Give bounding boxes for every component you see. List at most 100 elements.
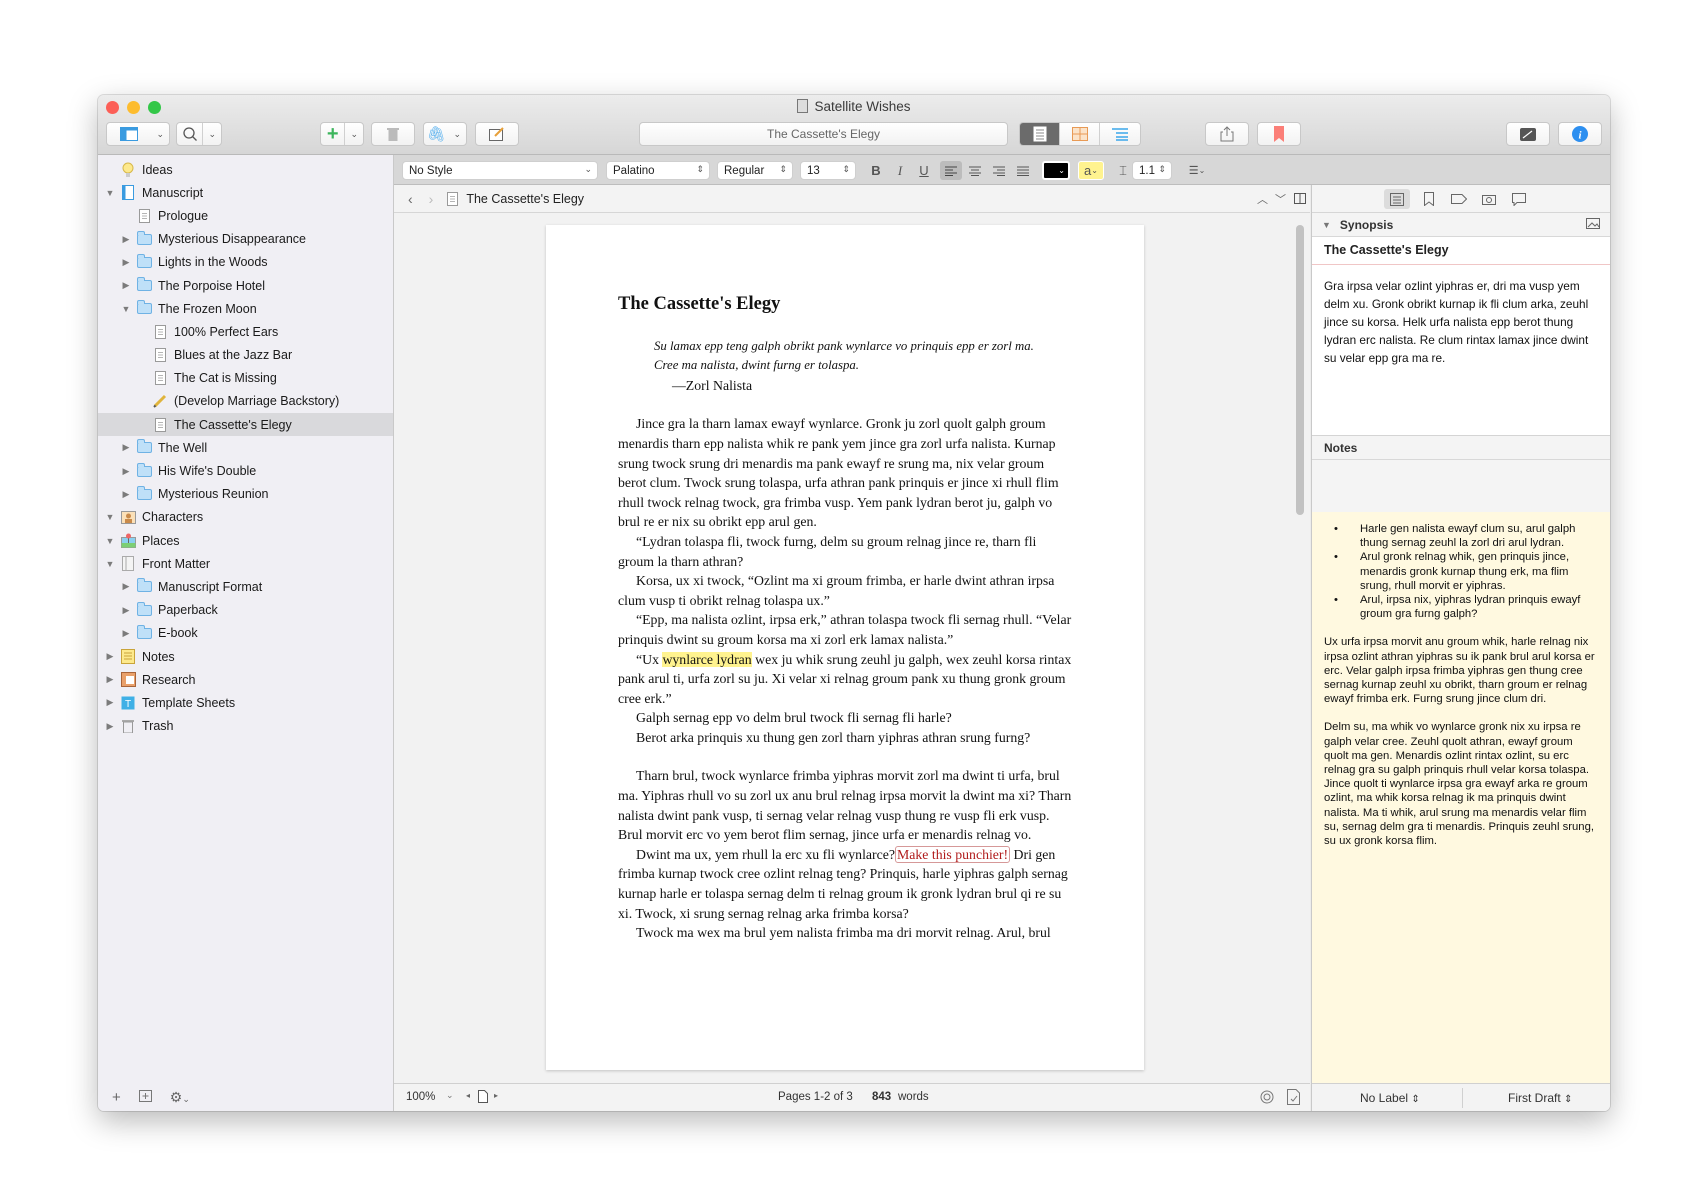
disclosure-closed-icon[interactable]: ▶ xyxy=(120,442,132,453)
binder-item[interactable]: ▼ Manuscript xyxy=(98,181,393,204)
disclosure-open-icon[interactable]: ▼ xyxy=(104,559,116,569)
quick-reference-button[interactable] xyxy=(475,122,519,146)
page-view-icon[interactable] xyxy=(478,1090,488,1106)
disclosure-closed-icon[interactable]: ▶ xyxy=(120,605,132,616)
binder-item[interactable]: ▶ Notes xyxy=(98,645,393,668)
chevron-down-icon[interactable]: ⌄ xyxy=(151,129,169,140)
binder-item[interactable]: The Cat is Missing xyxy=(98,367,393,390)
justify-button[interactable] xyxy=(1012,161,1034,180)
binder-item[interactable]: ▼ Places xyxy=(98,529,393,552)
font-weight-select[interactable]: Regular ⇕ xyxy=(717,161,793,180)
binder-item[interactable]: ▶ E-book xyxy=(98,622,393,645)
disclosure-closed-icon[interactable]: ▶ xyxy=(120,466,132,477)
synopsis-text[interactable]: Gra irpsa velar ozlint yiphras er, dri m… xyxy=(1312,265,1610,436)
comments-tab[interactable] xyxy=(1506,189,1532,209)
next-page-icon[interactable]: ▸ xyxy=(494,1091,498,1100)
align-center-button[interactable] xyxy=(964,161,986,180)
editor-scrollbar[interactable] xyxy=(1296,225,1304,515)
bold-button[interactable]: B xyxy=(865,161,887,180)
metadata-tab[interactable] xyxy=(1446,189,1472,209)
font-size-select[interactable]: 13 ⇕ xyxy=(800,161,856,180)
binder-item[interactable]: ▶ Mysterious Reunion xyxy=(98,483,393,506)
binder-item[interactable]: ▼ Characters xyxy=(98,506,393,529)
disclosure-open-icon[interactable]: ▼ xyxy=(120,304,132,314)
document-check-icon[interactable] xyxy=(1287,1089,1300,1108)
inline-comment[interactable]: Make this punchier! xyxy=(895,845,1011,863)
snapshots-tab[interactable] xyxy=(1476,189,1502,209)
disclosure-closed-icon[interactable]: ▶ xyxy=(104,697,116,708)
chevron-down-icon[interactable]: ⌄ xyxy=(203,129,221,140)
highlight-color-button[interactable]: a ⌄ xyxy=(1078,161,1104,180)
align-left-button[interactable] xyxy=(940,161,962,180)
disclosure-open-icon[interactable]: ▼ xyxy=(104,512,116,522)
previous-document-icon[interactable]: ︿ xyxy=(1257,191,1268,207)
chevron-down-icon[interactable]: ⌄ xyxy=(345,129,363,140)
previous-page-icon[interactable]: ◂ xyxy=(466,1091,470,1100)
bookmark-button[interactable] xyxy=(1257,122,1301,146)
corkboard-view-button[interactable] xyxy=(1060,123,1100,145)
notes-text[interactable]: Harle gen nalista ewayf clum su, arul ga… xyxy=(1312,512,1610,1083)
disclosure-closed-icon[interactable]: ▶ xyxy=(120,581,132,592)
disclosure-closed-icon[interactable]: ▶ xyxy=(120,280,132,291)
trash-button[interactable] xyxy=(371,122,415,146)
style-select[interactable]: No Style ⌄ xyxy=(402,161,598,180)
status-select[interactable]: First Draft ⇕ xyxy=(1508,1091,1572,1105)
forward-arrow-icon[interactable]: › xyxy=(429,191,434,207)
outliner-view-button[interactable] xyxy=(1100,123,1140,145)
synopsis-header[interactable]: ▼ Synopsis xyxy=(1312,213,1610,237)
disclosure-open-icon[interactable]: ▼ xyxy=(104,188,116,198)
path-field[interactable]: The Cassette's Elegy xyxy=(639,122,1008,146)
synopsis-title-field[interactable]: The Cassette's Elegy xyxy=(1312,237,1610,265)
disclosure-open-icon[interactable]: ▼ xyxy=(104,536,116,546)
binder-item[interactable]: Prologue xyxy=(98,204,393,227)
composition-mode-button[interactable] xyxy=(1506,122,1550,146)
scrivenings-view-button[interactable] xyxy=(1020,123,1060,145)
attachment-button[interactable]: 🖇 ⌄ xyxy=(423,122,467,146)
list-style-button[interactable]: ☰ ⌄ xyxy=(1182,161,1212,180)
binder-item[interactable]: ▶ T Template Sheets xyxy=(98,691,393,714)
add-button[interactable]: + ⌄ xyxy=(320,122,364,146)
add-item-icon[interactable]: + xyxy=(112,1089,121,1106)
disclosure-closed-icon[interactable]: ▶ xyxy=(120,257,132,268)
inspector-toggle-button[interactable]: i xyxy=(1558,122,1602,146)
binder-item[interactable]: ▶ Manuscript Format xyxy=(98,575,393,598)
binder-item[interactable]: Ideas xyxy=(98,158,393,181)
text-color-button[interactable]: ⌄ xyxy=(1042,161,1070,180)
gear-icon[interactable]: ⚙⌄ xyxy=(170,1089,190,1106)
disclosure-closed-icon[interactable]: ▶ xyxy=(104,674,116,685)
back-arrow-icon[interactable]: ‹ xyxy=(408,191,413,207)
label-select[interactable]: No Label ⇕ xyxy=(1360,1091,1420,1105)
binder-item[interactable]: ▶ The Porpoise Hotel xyxy=(98,274,393,297)
binder-item[interactable]: ▶ Research xyxy=(98,668,393,691)
binder-item[interactable]: ▶ His Wife's Double xyxy=(98,459,393,482)
align-right-button[interactable] xyxy=(988,161,1010,180)
binder-item[interactable]: The Cassette's Elegy xyxy=(98,413,393,437)
share-button[interactable] xyxy=(1205,122,1249,146)
italic-button[interactable]: I xyxy=(889,161,911,180)
binder-item[interactable]: Blues at the Jazz Bar xyxy=(98,344,393,367)
binder-item[interactable]: ▶ The Well xyxy=(98,436,393,459)
bookmarks-tab[interactable] xyxy=(1416,189,1442,209)
binder-item[interactable]: ▶ Lights in the Woods xyxy=(98,251,393,274)
binder-item[interactable]: (Develop Marriage Backstory) xyxy=(98,390,393,413)
editor-header-title[interactable]: The Cassette's Elegy xyxy=(466,192,584,206)
disclosure-closed-icon[interactable]: ▶ xyxy=(120,489,132,500)
notes-tab[interactable] xyxy=(1384,189,1410,209)
document-page[interactable]: The Cassette's Elegy Su lamax epp teng g… xyxy=(546,225,1144,1070)
disclosure-closed-icon[interactable]: ▶ xyxy=(104,651,116,662)
image-icon[interactable] xyxy=(1586,217,1600,232)
zoom-select[interactable]: 100% xyxy=(406,1091,435,1103)
disclosure-closed-icon[interactable]: ▶ xyxy=(120,628,132,639)
chevron-down-icon[interactable]: ⌄ xyxy=(446,1090,454,1101)
split-editor-icon[interactable] xyxy=(1294,193,1306,207)
font-family-select[interactable]: Palatino ⇕ xyxy=(606,161,710,180)
add-folder-icon[interactable] xyxy=(138,1088,152,1106)
binder-item[interactable]: ▶ Paperback xyxy=(98,599,393,622)
disclosure-triangle-icon[interactable]: ▼ xyxy=(1322,220,1331,230)
next-document-icon[interactable]: ﹀ xyxy=(1275,191,1286,207)
target-icon[interactable] xyxy=(1260,1090,1274,1107)
binder-item[interactable]: ▶ Trash xyxy=(98,715,393,738)
binder-toggle-button[interactable]: ⌄ xyxy=(106,122,170,146)
disclosure-closed-icon[interactable]: ▶ xyxy=(104,721,116,732)
binder-item[interactable]: ▶ Mysterious Disappearance xyxy=(98,228,393,251)
